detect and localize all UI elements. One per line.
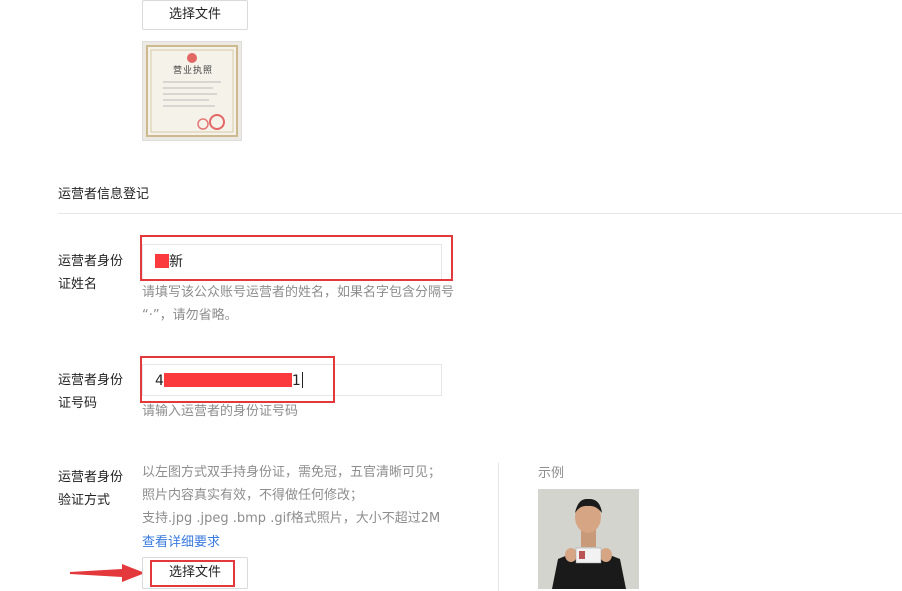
name-hint-line1: 请填写该公众账号运营者的姓名，如果名字包含分隔号 [142, 285, 455, 300]
id-highlight-box [140, 356, 335, 403]
name-hint-line2: “·”，请勿省略。 [142, 308, 238, 323]
id-hint: 请输入运营者的身份证号码 [142, 404, 299, 419]
example-title: 示例 [538, 466, 565, 481]
verify-desc-line1: 以左图方式双手持身份证，需免冠，五官清晰可见； [142, 465, 442, 480]
upload-highlight-box [150, 560, 235, 587]
section-divider [58, 213, 902, 214]
pointing-arrow-icon [70, 564, 145, 582]
view-detail-requirements-link[interactable]: 查看详细要求 [142, 531, 220, 550]
name-highlight-box [140, 235, 453, 281]
verify-description: 以左图方式双手持身份证，需免冠，五官清晰可见； 照片内容真实有效，不得做任何修改… [142, 461, 492, 530]
name-hint: 请填写该公众账号运营者的姓名，如果名字包含分隔号 “·”，请勿省略。 [142, 281, 502, 327]
example-photo [538, 489, 639, 589]
verify-desc-line3: 支持.jpg .jpeg .bmp .gif格式照片，大小不超过2M [142, 511, 441, 526]
person-holding-id-icon [538, 489, 639, 589]
top-choose-file-button[interactable]: 选择文件 [142, 0, 248, 30]
id-label-line2: 证号码 [58, 396, 98, 411]
business-license-thumbnail: 营业执照 [142, 41, 242, 141]
section-title: 运营者信息登记 [58, 187, 150, 202]
name-label-line1: 运营者身份 [58, 254, 124, 269]
name-field-label: 运营者身份 证姓名 [58, 250, 123, 296]
id-field-label: 运营者身份 证号码 [58, 369, 123, 415]
example-separator [498, 463, 499, 591]
verify-label-line1: 运营者身份 [58, 470, 124, 485]
license-image-icon [146, 45, 238, 137]
verify-desc-line2: 照片内容真实有效，不得做任何修改； [142, 488, 364, 503]
license-title-text: 营业执照 [172, 66, 213, 76]
verify-label-line2: 验证方式 [58, 493, 111, 508]
id-label-line1: 运营者身份 [58, 373, 124, 388]
name-label-line2: 证姓名 [58, 277, 98, 292]
verify-field-label: 运营者身份 验证方式 [58, 466, 123, 512]
